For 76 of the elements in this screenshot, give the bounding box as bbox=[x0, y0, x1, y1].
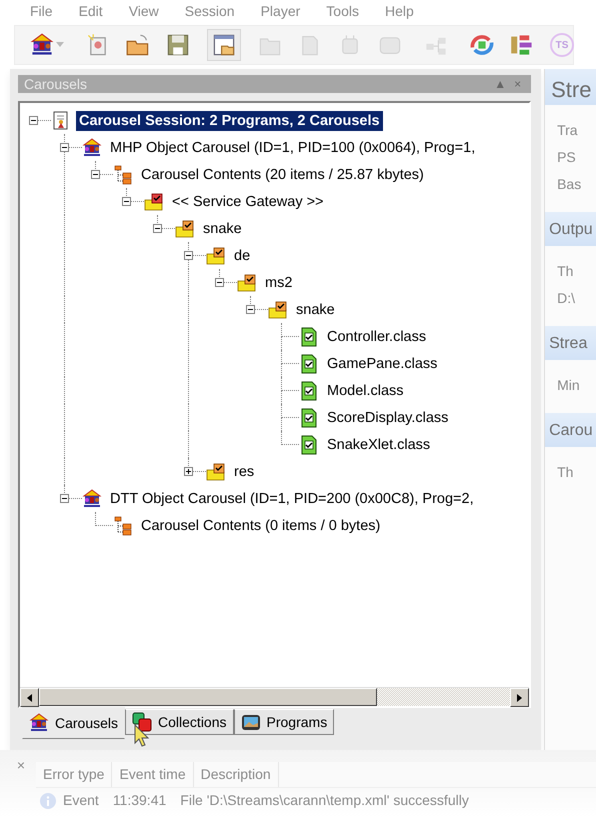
info-icon bbox=[40, 792, 56, 808]
left-arrow-icon bbox=[27, 694, 32, 702]
tree-toggle[interactable] bbox=[153, 224, 162, 233]
save-icon bbox=[166, 33, 190, 57]
hierarchy-icon bbox=[113, 164, 133, 184]
file-icon bbox=[299, 434, 319, 454]
log-cell-text: File 'D:\Streams\carann\temp.xml' successfully bbox=[179, 791, 470, 810]
file-icon bbox=[299, 354, 319, 374]
tree-toggle[interactable] bbox=[29, 116, 38, 125]
tree-item[interactable]: res bbox=[231, 462, 258, 482]
tree-item[interactable]: DTT Object Carousel (ID=1, PID=200 (0x00C8), Prog=2, bbox=[107, 488, 477, 508]
panel-tab[interactable]: Carousels bbox=[22, 707, 126, 739]
tree-item[interactable]: Carousel Session: 2 Programs, 2 Carousels bbox=[76, 110, 383, 130]
tree-item[interactable]: Model.class bbox=[324, 380, 407, 400]
tree-item[interactable]: snake bbox=[200, 218, 245, 238]
file-icon bbox=[299, 408, 319, 428]
tree-item[interactable]: de bbox=[231, 246, 254, 266]
carousel-icon bbox=[82, 488, 102, 508]
section-header: Stre bbox=[545, 69, 596, 105]
panel-tab[interactable]: Programs bbox=[234, 709, 334, 735]
panel-tab[interactable]: Collections bbox=[125, 709, 234, 735]
tree-item[interactable]: MHP Object Carousel (ID=1, PID=100 (0x0064), Prog=1, bbox=[107, 138, 478, 158]
tree-toggle[interactable] bbox=[60, 494, 69, 503]
tree-item[interactable]: Controller.class bbox=[324, 326, 430, 346]
tree-toggle[interactable] bbox=[184, 467, 193, 476]
scroll-right-button[interactable] bbox=[510, 688, 530, 707]
property-text: Th bbox=[556, 463, 574, 482]
panel-title: Carousels bbox=[24, 75, 88, 93]
right-arrow-icon bbox=[517, 694, 522, 702]
scroll-thumb[interactable] bbox=[39, 688, 377, 706]
tree-item[interactable]: GamePane.class bbox=[324, 354, 440, 374]
tv-icon bbox=[240, 712, 261, 732]
section-header: Strea bbox=[545, 326, 596, 360]
tree-toggle[interactable] bbox=[184, 251, 193, 260]
scroll-left-button[interactable] bbox=[20, 688, 39, 707]
tree-item[interactable]: ScoreDisplay.class bbox=[324, 408, 452, 428]
tree-item[interactable]: << Service Gateway >> bbox=[169, 192, 327, 212]
property-text: Tra bbox=[556, 121, 579, 140]
folder-icon bbox=[206, 246, 226, 266]
flow-icon bbox=[510, 33, 534, 57]
open-folder-icon bbox=[126, 33, 150, 57]
property-text: D:\ bbox=[556, 289, 576, 308]
horizontal-scrollbar[interactable] bbox=[20, 687, 530, 706]
tree-item[interactable]: Carousel Contents (20 items / 25.87 kbytes) bbox=[138, 164, 427, 184]
tree-toggle[interactable] bbox=[91, 170, 100, 179]
tree-toggle[interactable] bbox=[122, 197, 131, 206]
tree-item[interactable]: Carousel Contents (0 items / 0 bytes) bbox=[138, 516, 384, 536]
tree-item[interactable]: snake bbox=[293, 300, 338, 320]
folder-icon bbox=[206, 462, 226, 482]
log-cell-text: 11:39:41 bbox=[112, 791, 168, 810]
log-cell-text: Event bbox=[62, 791, 100, 810]
tree-toggle[interactable] bbox=[246, 305, 255, 314]
property-text: Min bbox=[556, 376, 581, 395]
folder-icon bbox=[268, 300, 288, 320]
tree-item[interactable]: SnakeXlet.class bbox=[324, 434, 434, 454]
folder-icon bbox=[237, 272, 257, 292]
folder-icon bbox=[144, 192, 164, 212]
tree-toggle[interactable] bbox=[215, 278, 224, 287]
file-icon bbox=[299, 326, 319, 346]
folder-icon bbox=[175, 218, 195, 238]
property-text: PS bbox=[556, 148, 577, 167]
property-text: Bas bbox=[556, 175, 582, 194]
toolbar-button[interactable] bbox=[207, 29, 241, 61]
hierarchy-icon bbox=[113, 516, 133, 536]
carousel-icon bbox=[30, 33, 54, 57]
property-text: Th bbox=[556, 262, 574, 281]
carousel-icon bbox=[82, 138, 102, 158]
window-folder-icon bbox=[212, 33, 236, 57]
carousel-icon bbox=[29, 713, 49, 733]
section-header: Carou bbox=[545, 413, 596, 447]
section-header: Outpu bbox=[545, 212, 596, 246]
tree-toggle[interactable] bbox=[60, 143, 69, 152]
tree-item[interactable]: ms2 bbox=[262, 272, 296, 292]
file-icon bbox=[299, 380, 319, 400]
sync-icon bbox=[470, 33, 494, 57]
cursor-icon bbox=[134, 724, 150, 748]
